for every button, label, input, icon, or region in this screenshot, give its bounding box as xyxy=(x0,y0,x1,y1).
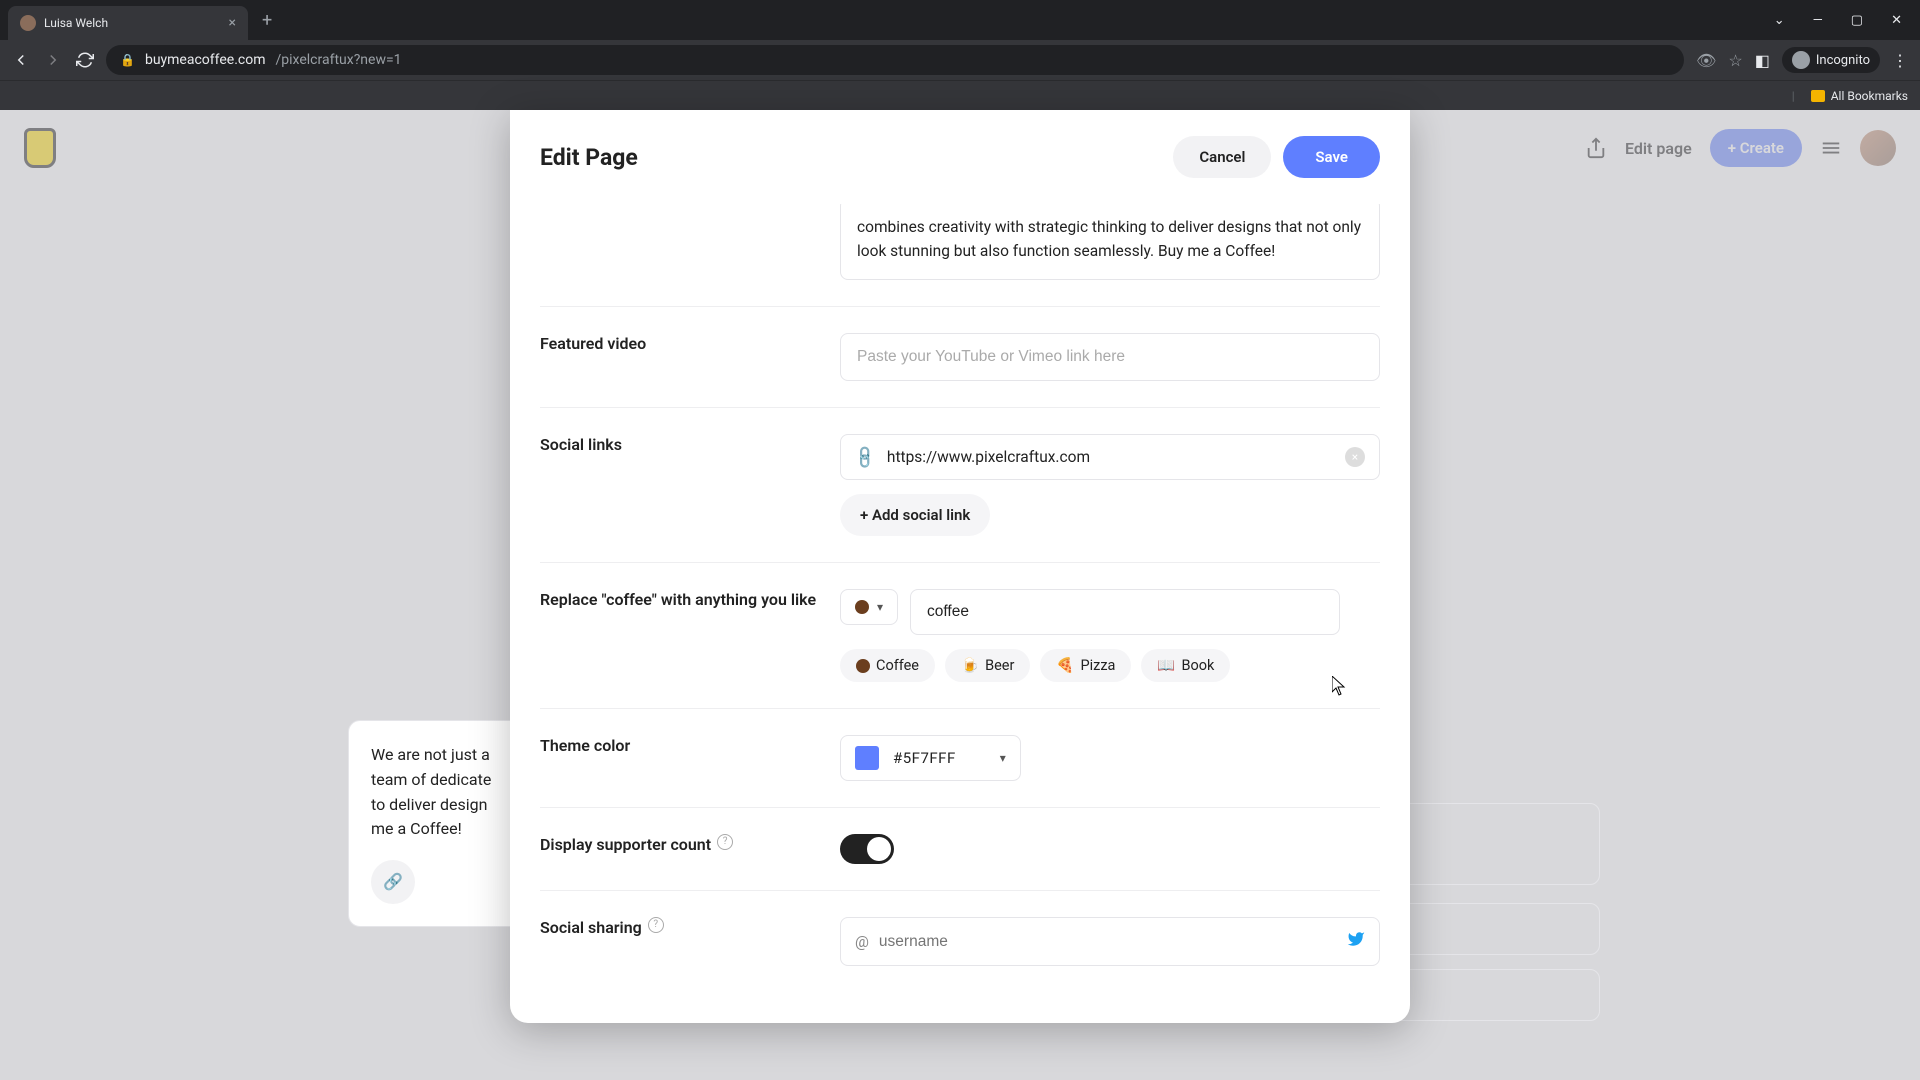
supporter-count-label: Display supporter count ? xyxy=(540,834,820,864)
page-viewport: Edit page + Create We are not just a tea… xyxy=(0,110,1920,1080)
at-symbol: @ xyxy=(855,933,869,951)
link-icon: 🔗 xyxy=(851,443,879,471)
beer-emoji-icon: 🍺 xyxy=(961,657,979,674)
tab-bar: Luisa Welch × + ⌄ — ▢ ✕ xyxy=(0,0,1920,40)
pizza-emoji-icon: 🍕 xyxy=(1056,657,1074,674)
tab-title: Luisa Welch xyxy=(44,16,108,30)
menu-dots-icon[interactable]: ⋮ xyxy=(1892,51,1908,70)
lock-icon: 🔒 xyxy=(120,53,135,67)
chip-coffee[interactable]: Coffee xyxy=(840,649,935,682)
url-host: buymeacoffee.com xyxy=(145,52,266,68)
supporter-count-toggle[interactable] xyxy=(840,834,894,864)
theme-hex-value: #5F7FFF xyxy=(893,749,956,767)
link-icon: 🔗 xyxy=(371,860,415,904)
book-emoji-icon: 📖 xyxy=(1157,657,1175,674)
chip-pizza[interactable]: 🍕Pizza xyxy=(1040,649,1131,682)
toggle-knob xyxy=(867,837,891,861)
window-close-icon[interactable]: ✕ xyxy=(1881,7,1912,34)
cancel-button[interactable]: Cancel xyxy=(1173,136,1271,178)
bookmarks-label[interactable]: All Bookmarks xyxy=(1831,89,1908,103)
theme-color-label: Theme color xyxy=(540,735,820,781)
social-links-label: Social links xyxy=(540,434,820,536)
minimize-icon[interactable]: — xyxy=(1803,7,1833,34)
window-controls: ⌄ — ▢ ✕ xyxy=(1764,7,1912,34)
theme-color-select[interactable]: #5F7FFF ▾ xyxy=(840,735,1021,781)
replace-coffee-label: Replace "coffee" with anything you like xyxy=(540,589,820,682)
edit-page-modal: Edit Page Cancel Save combines creativit… xyxy=(510,110,1410,1023)
modal-body: combines creativity with strategic think… xyxy=(510,198,1410,1023)
address-bar: 🔒 buymeacoffee.com/pixelcraftux?new=1 👁 … xyxy=(0,40,1920,80)
maximize-icon[interactable]: ▢ xyxy=(1841,7,1873,34)
coffee-emoji-icon xyxy=(855,600,869,614)
favicon-icon xyxy=(20,15,36,31)
browser-chrome: Luisa Welch × + ⌄ — ▢ ✕ 🔒 buymeacoffee.c… xyxy=(0,0,1920,110)
chevron-down-icon: ▾ xyxy=(877,600,883,614)
eye-off-icon[interactable]: 👁 xyxy=(1696,51,1716,70)
preset-chips: Coffee 🍺Beer 🍕Pizza 📖Book xyxy=(840,649,1380,682)
chevron-down-icon: ▾ xyxy=(1000,751,1006,765)
star-icon[interactable]: ☆ xyxy=(1728,51,1742,70)
folder-icon xyxy=(1811,90,1825,102)
back-icon[interactable] xyxy=(12,51,30,69)
extension-icon[interactable]: ◧ xyxy=(1755,51,1770,70)
twitter-icon xyxy=(1347,930,1365,953)
social-link-value: https://www.pixelcraftux.com xyxy=(887,448,1333,466)
social-link-input[interactable]: 🔗 https://www.pixelcraftux.com × xyxy=(840,434,1380,480)
color-swatch xyxy=(855,746,879,770)
add-social-link-button[interactable]: + Add social link xyxy=(840,494,990,536)
clear-icon[interactable]: × xyxy=(1345,447,1365,467)
save-button[interactable]: Save xyxy=(1283,136,1380,178)
social-sharing-label: Social sharing ? xyxy=(540,917,820,966)
twitter-username-input-wrapper[interactable]: @ xyxy=(840,917,1380,966)
incognito-label: Incognito xyxy=(1816,53,1870,68)
about-textarea[interactable]: combines creativity with strategic think… xyxy=(840,198,1380,280)
replace-word-input[interactable] xyxy=(910,589,1340,635)
featured-video-input[interactable] xyxy=(840,333,1380,381)
url-field[interactable]: 🔒 buymeacoffee.com/pixelcraftux?new=1 xyxy=(106,45,1684,75)
coffee-emoji-icon xyxy=(856,659,870,673)
browser-tab[interactable]: Luisa Welch × xyxy=(8,6,248,40)
tab-close-icon[interactable]: × xyxy=(229,15,236,31)
twitter-username-input[interactable] xyxy=(879,933,1337,951)
incognito-icon xyxy=(1792,51,1810,69)
featured-video-label: Featured video xyxy=(540,333,820,381)
new-tab-button[interactable]: + xyxy=(252,6,282,35)
chip-book[interactable]: 📖Book xyxy=(1141,649,1230,682)
reload-icon[interactable] xyxy=(76,51,94,69)
help-icon[interactable]: ? xyxy=(717,834,733,850)
url-path: /pixelcraftux?new=1 xyxy=(275,52,401,68)
help-icon[interactable]: ? xyxy=(648,917,664,933)
incognito-indicator[interactable]: Incognito xyxy=(1782,47,1880,73)
tab-dropdown-icon[interactable]: ⌄ xyxy=(1764,7,1795,34)
chip-beer[interactable]: 🍺Beer xyxy=(945,649,1030,682)
modal-title: Edit Page xyxy=(540,144,638,171)
emoji-select[interactable]: ▾ xyxy=(840,589,898,625)
bookmarks-bar: | All Bookmarks xyxy=(0,80,1920,110)
forward-icon[interactable] xyxy=(44,51,62,69)
modal-header: Edit Page Cancel Save xyxy=(510,110,1410,204)
